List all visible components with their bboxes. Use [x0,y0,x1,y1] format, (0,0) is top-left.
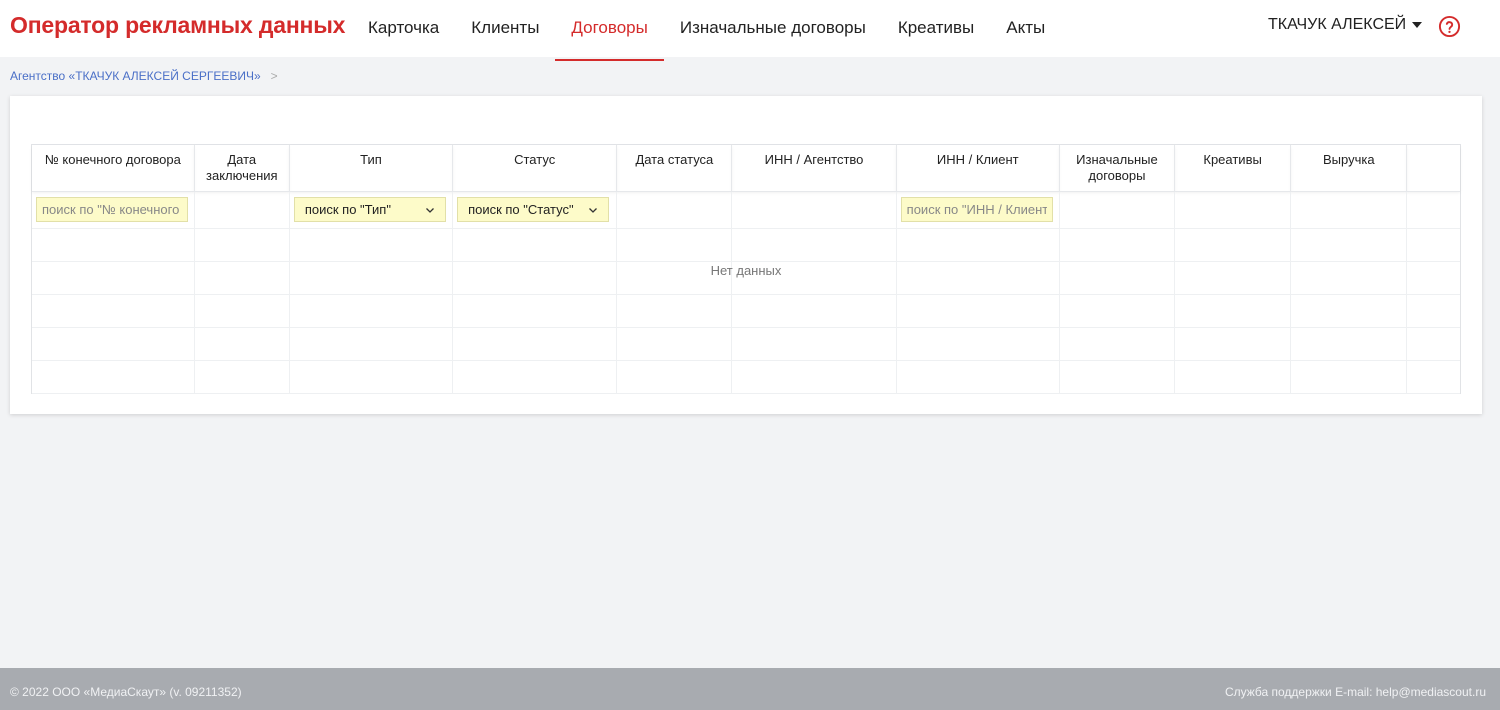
table-row [32,327,1460,361]
table-row [32,360,1460,394]
column-header-status[interactable]: Статус [452,145,618,192]
column-header-initial-contracts[interactable]: Изначальные договоры [1059,145,1176,192]
top-header: Оператор рекламных данных Карточка Клиен… [0,0,1500,61]
footer-copyright: © 2022 ООО «МедиаСкаут» (v. 09211352) [10,685,242,699]
breadcrumb-separator: > [270,69,278,83]
brand-title[interactable]: Оператор рекламных данных [10,12,345,39]
breadcrumb: Агентство «ТКАЧУК АЛЕКСЕЙ СЕРГЕЕВИЧ» > [10,69,278,83]
nav-item-contracts[interactable]: Договоры [555,0,665,61]
breadcrumb-item-agency[interactable]: Агентство «ТКАЧУК АЛЕКСЕЙ СЕРГЕЕВИЧ» [10,69,261,83]
table-row [32,228,1460,262]
chevron-down-icon [425,207,434,213]
client-inn-filter-input[interactable] [900,197,1053,222]
column-header-revenue[interactable]: Выручка [1290,145,1408,192]
column-header-creatives[interactable]: Креативы [1174,145,1292,192]
filter-row: поиск по "Тип" поиск по "Статус" [32,191,1460,229]
caret-down-icon [1412,22,1423,28]
column-header-conclusion-date[interactable]: Дата заключения [194,145,290,192]
status-filter-value: поиск по "Статус" [468,202,574,217]
no-data-message: Нет данных [710,263,782,278]
status-filter-select[interactable]: поиск по "Статус" [457,197,610,222]
table-header-row: № конечного договора Дата заключения Тип… [32,145,1460,192]
contracts-table: № конечного договора Дата заключения Тип… [31,144,1461,394]
help-circle-icon[interactable] [1438,15,1461,38]
nav-item-card[interactable]: Карточка [352,0,455,61]
column-header-inn-client[interactable]: ИНН / Клиент [896,145,1060,192]
column-header-actions [1406,145,1460,192]
type-filter-select[interactable]: поиск по "Тип" [293,197,446,222]
contract-number-filter-input[interactable] [36,197,188,222]
user-name: ТКАЧУК АЛЕКСЕЙ [1268,16,1407,33]
column-header-status-date[interactable]: Дата статуса [616,145,733,192]
column-header-inn-agency[interactable]: ИНН / Агентство [731,145,897,192]
main-nav: Карточка Клиенты Договоры Изначальные до… [352,0,1061,61]
contracts-card: № конечного договора Дата заключения Тип… [10,96,1482,414]
nav-item-initial-contracts[interactable]: Изначальные договоры [664,0,882,61]
nav-item-clients[interactable]: Клиенты [455,0,555,61]
nav-item-creatives[interactable]: Креативы [882,0,990,61]
column-header-type[interactable]: Тип [289,145,454,192]
type-filter-value: поиск по "Тип" [304,202,391,217]
footer-support-email[interactable]: Служба поддержки E-mail: help@mediascout… [1225,685,1486,699]
column-header-contract-number[interactable]: № конечного договора [32,145,195,192]
footer: © 2022 ООО «МедиаСкаут» (v. 09211352) Сл… [0,668,1500,710]
user-menu[interactable]: ТКАЧУК АЛЕКСЕЙ [1268,16,1423,34]
table-row [32,294,1460,328]
chevron-down-icon [589,207,598,213]
nav-item-acts[interactable]: Акты [990,0,1061,61]
